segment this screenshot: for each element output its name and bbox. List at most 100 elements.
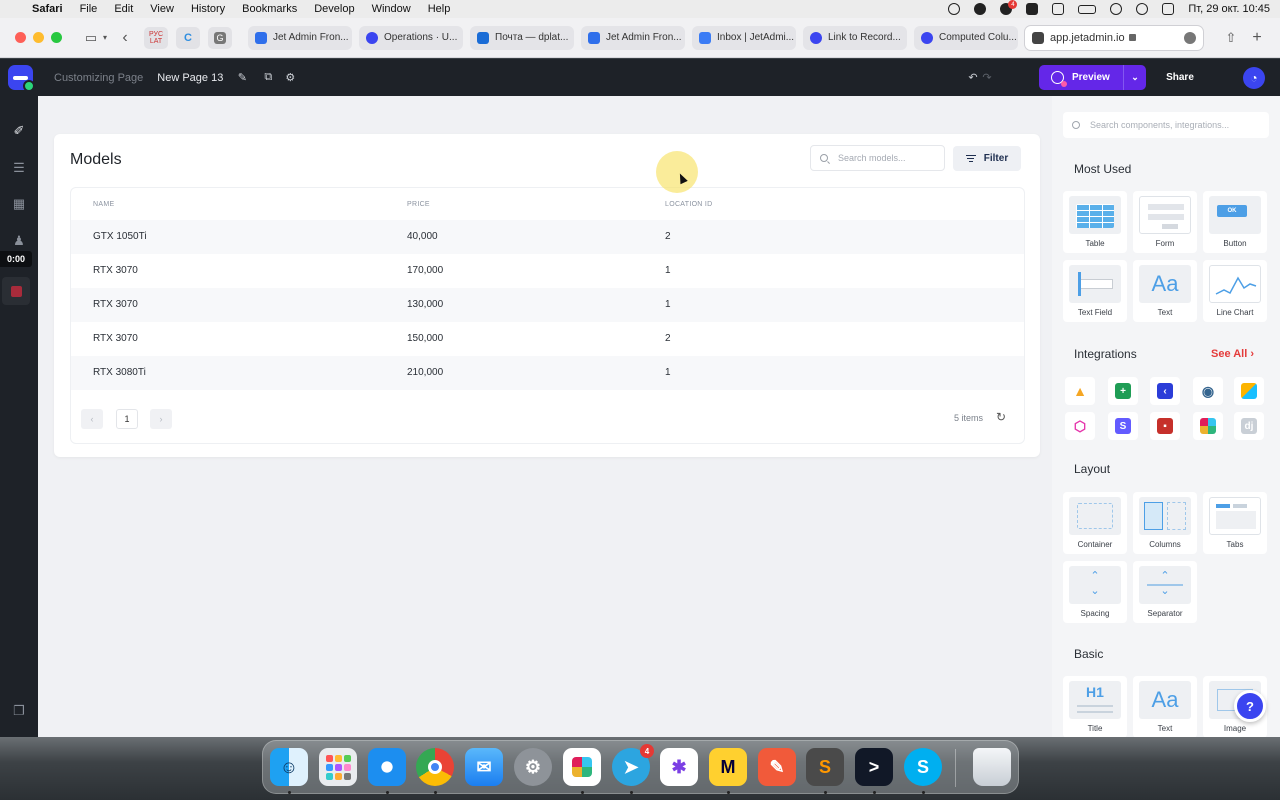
zoom-window-button[interactable] <box>51 32 62 43</box>
component-button[interactable]: OK Button <box>1203 191 1267 253</box>
extension-icon[interactable] <box>1026 3 1039 15</box>
see-all-link[interactable]: See All › <box>1211 348 1254 360</box>
table-row[interactable]: RTX 3080Ti 210,000 1 <box>71 356 1024 390</box>
browser-tab[interactable]: Почта — dplat... <box>470 25 574 50</box>
integration-airtable[interactable] <box>1234 377 1264 405</box>
layers-icon[interactable]: ❐ <box>11 703 27 719</box>
users-icon[interactable]: ♟ <box>11 233 27 249</box>
close-window-button[interactable] <box>15 32 26 43</box>
menu-help[interactable]: Help <box>428 3 451 15</box>
component-basic-text[interactable]: Aa Text <box>1133 676 1197 738</box>
pinned-tab-c[interactable]: C <box>176 26 200 49</box>
menubar-clock[interactable]: Пт, 29 окт. 10:45 <box>1188 3 1270 15</box>
back-icon[interactable]: ‹ <box>116 29 134 47</box>
keyboard-layout-icon[interactable] <box>1052 3 1065 15</box>
wifi-icon[interactable] <box>1110 3 1123 15</box>
component-table[interactable]: Table <box>1063 191 1127 253</box>
integration-rest-api[interactable]: ‹ <box>1150 377 1180 405</box>
browser-tab[interactable]: Jet Admin Fron... <box>248 25 352 50</box>
integration-postgresql[interactable]: ◉ <box>1193 377 1223 405</box>
menu-edit[interactable]: Edit <box>114 3 133 15</box>
browser-tab[interactable]: Jet Admin Fron... <box>581 25 685 50</box>
stop-recording-button[interactable] <box>2 277 30 305</box>
share-button[interactable]: Share <box>1156 65 1204 90</box>
menu-history[interactable]: History <box>191 3 225 15</box>
component-line-chart[interactable]: Line Chart <box>1203 260 1267 322</box>
integration-google-sheets[interactable]: + <box>1108 377 1138 405</box>
integration-redis[interactable]: ▪ <box>1150 412 1180 440</box>
column-header-price[interactable]: PRICE <box>407 201 430 208</box>
share-icon[interactable]: ⇧ <box>1222 29 1240 47</box>
slack-app-icon[interactable] <box>563 748 601 786</box>
sublime-app-icon[interactable]: S <box>806 748 844 786</box>
column-header-name[interactable]: NAME <box>93 201 114 208</box>
filter-button[interactable]: Filter <box>953 146 1021 171</box>
table-row[interactable]: RTX 3070 170,000 1 <box>71 254 1024 288</box>
table-row[interactable]: RTX 3070 150,000 2 <box>71 322 1024 356</box>
chevron-down-icon[interactable]: ▾ <box>100 29 110 47</box>
browser-tab[interactable]: Inbox | JetAdmi... <box>692 25 796 50</box>
terminal-app-icon[interactable]: > <box>855 748 893 786</box>
breadcrumb[interactable]: Customizing Page <box>54 72 143 84</box>
browser-tab[interactable]: Computed Colu... <box>914 25 1018 50</box>
menu-develop[interactable]: Develop <box>314 3 354 15</box>
prev-page-button[interactable]: ‹ <box>81 409 103 429</box>
component-spacing[interactable]: ⌃ ⌄ Spacing <box>1063 561 1127 623</box>
browser-tab[interactable]: Link to Record... <box>803 25 907 50</box>
browser-tab[interactable]: Operations · U... <box>359 25 463 50</box>
sidebar-toggle-icon[interactable]: ▭ <box>82 29 100 47</box>
trash-icon[interactable] <box>973 748 1011 786</box>
component-container[interactable]: Container <box>1063 492 1127 554</box>
component-text-field[interactable]: Text Field <box>1063 260 1127 322</box>
settings-gear-icon[interactable]: ⚙ <box>283 71 297 85</box>
menu-file[interactable]: File <box>80 3 98 15</box>
page-number-button[interactable]: 1 <box>116 409 138 429</box>
data-database-icon[interactable]: ☰ <box>11 160 27 176</box>
undo-icon[interactable]: ↶ <box>966 71 980 85</box>
launchpad-app-icon[interactable] <box>319 748 357 786</box>
customize-icon[interactable]: ✐ <box>11 123 27 139</box>
integration-django[interactable]: dj <box>1234 412 1264 440</box>
component-text[interactable]: Aa Text <box>1133 260 1197 322</box>
telegram-app-icon[interactable]: ➤ 4 <box>612 744 654 786</box>
skype-app-icon[interactable]: S <box>904 748 942 786</box>
control-center-icon[interactable] <box>1162 3 1175 15</box>
miro-app-icon[interactable]: M <box>709 748 747 786</box>
component-separator[interactable]: ⌃ ⌄ Separator <box>1133 561 1197 623</box>
brightness-icon[interactable] <box>948 3 961 15</box>
help-button[interactable]: ? <box>1234 690 1266 722</box>
pinned-tab-rus-lat[interactable]: РУС LAT <box>144 26 168 49</box>
component-columns[interactable]: Columns <box>1133 492 1197 554</box>
new-tab-icon[interactable]: + <box>1248 29 1266 47</box>
components-search-input[interactable]: Search components, integrations... <box>1063 112 1269 138</box>
integration-stripe[interactable]: S <box>1108 412 1138 440</box>
more-icon[interactable] <box>1184 31 1196 44</box>
models-table-card[interactable]: Models Search models... Filter NAME PRIC… <box>54 134 1040 457</box>
finder-app-icon[interactable]: ☺ <box>270 748 308 786</box>
next-page-button[interactable]: › <box>150 409 172 429</box>
menu-bookmarks[interactable]: Bookmarks <box>242 3 297 15</box>
duplicate-icon[interactable]: ⧉ <box>261 71 275 85</box>
page-title[interactable]: New Page 13 <box>157 72 223 84</box>
layout-pages-icon[interactable]: ▦ <box>11 196 27 212</box>
component-form[interactable]: Form <box>1133 191 1197 253</box>
component-tabs[interactable]: Tabs <box>1203 492 1267 554</box>
preview-button[interactable]: Preview ⌄ <box>1039 65 1146 90</box>
safari-app-icon[interactable] <box>368 748 406 786</box>
search-input[interactable]: Search models... <box>810 145 945 171</box>
pinned-tab-g[interactable]: G <box>208 26 232 49</box>
chevron-down-icon[interactable]: ⌄ <box>1124 72 1146 83</box>
integration-firebase[interactable]: ▲ <box>1065 377 1095 405</box>
menu-view[interactable]: View <box>150 3 174 15</box>
redo-icon[interactable]: ↷ <box>980 71 994 85</box>
pencil-app-icon[interactable]: ✎ <box>758 748 796 786</box>
column-header-location-id[interactable]: LOCATION ID <box>665 201 713 208</box>
table-row[interactable]: RTX 3070 130,000 1 <box>71 288 1024 322</box>
jetadmin-logo-icon[interactable] <box>8 65 35 92</box>
refresh-icon[interactable]: ↻ <box>996 411 1008 423</box>
edit-pencil-icon[interactable]: ✎ <box>235 71 249 85</box>
notification-icon[interactable]: 4 <box>1000 0 1018 15</box>
battery-icon[interactable] <box>1078 4 1097 14</box>
component-title[interactable]: H1 Title <box>1063 676 1127 738</box>
address-bar[interactable]: app.jetadmin.io <box>1025 25 1203 50</box>
